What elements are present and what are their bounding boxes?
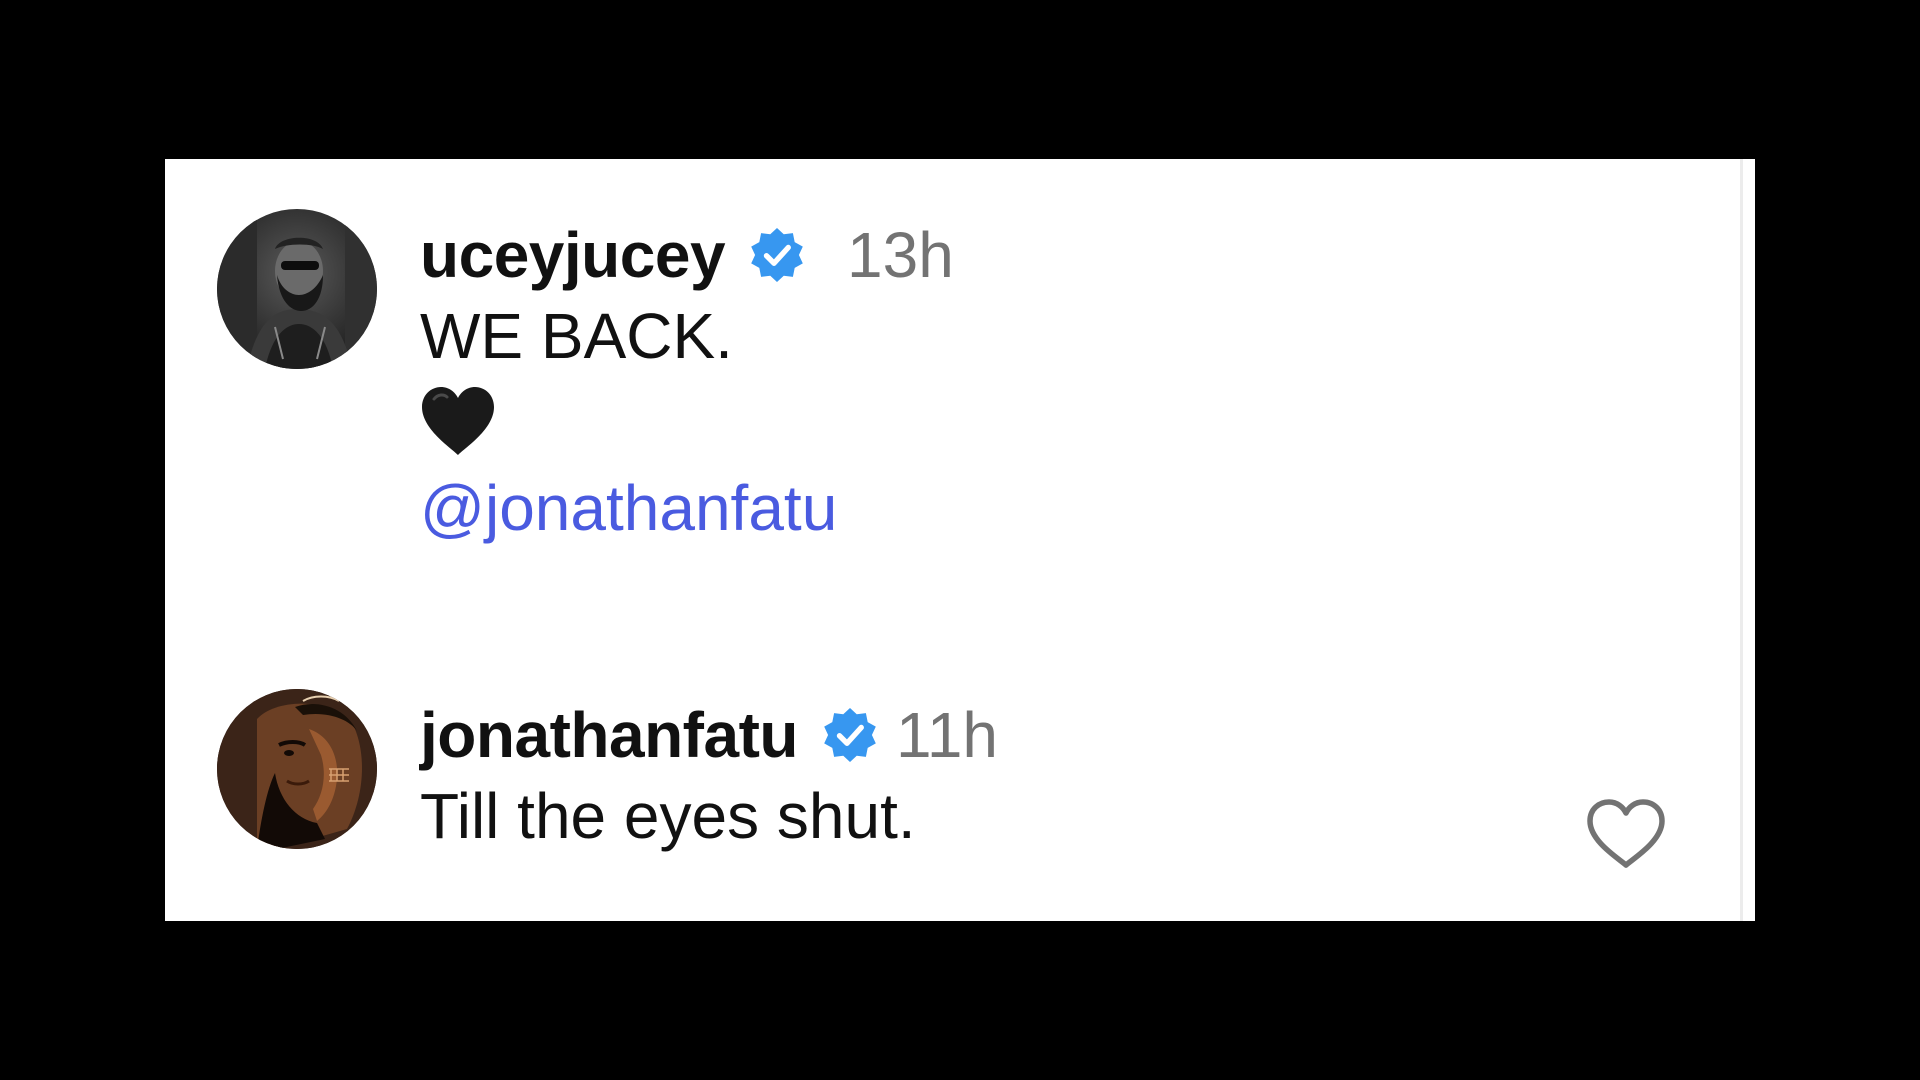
verified-badge-icon — [747, 225, 807, 285]
mention-link[interactable]: @jonathanfatu — [420, 472, 954, 545]
avatar[interactable] — [217, 209, 377, 369]
user-photo-icon — [217, 209, 377, 369]
scrollbar-track[interactable] — [1740, 159, 1743, 921]
username[interactable]: jonathanfatu — [420, 703, 798, 767]
comment-text: WE BACK. — [420, 300, 733, 372]
comment-item: uceyjucey 13h WE BACK. @jonathanfatu — [217, 209, 954, 544]
comment-header: uceyjucey 13h — [420, 209, 954, 301]
illustrated-portrait-icon — [217, 689, 377, 849]
black-heart-emoji-icon — [420, 375, 954, 467]
timestamp[interactable]: 11h — [896, 703, 998, 767]
heart-outline-icon — [1587, 799, 1665, 868]
verified-badge-icon — [820, 705, 880, 765]
comment-item: jonathanfatu 11h Till the eyes shut. — [217, 689, 1667, 868]
avatar[interactable] — [217, 689, 377, 849]
comment-body: jonathanfatu 11h Till the eyes shut. — [420, 689, 998, 853]
comment-text: Till the eyes shut. — [420, 780, 916, 852]
like-button[interactable] — [1585, 797, 1667, 871]
screen: uceyjucey 13h WE BACK. @jonathanfatu jon… — [0, 0, 1920, 1080]
comments-card: uceyjucey 13h WE BACK. @jonathanfatu jon… — [165, 159, 1755, 921]
timestamp[interactable]: 13h — [847, 223, 954, 287]
comment-body: uceyjucey 13h WE BACK. @jonathanfatu — [420, 209, 954, 544]
comment-header: jonathanfatu 11h — [420, 689, 998, 781]
username[interactable]: uceyjucey — [420, 223, 726, 287]
